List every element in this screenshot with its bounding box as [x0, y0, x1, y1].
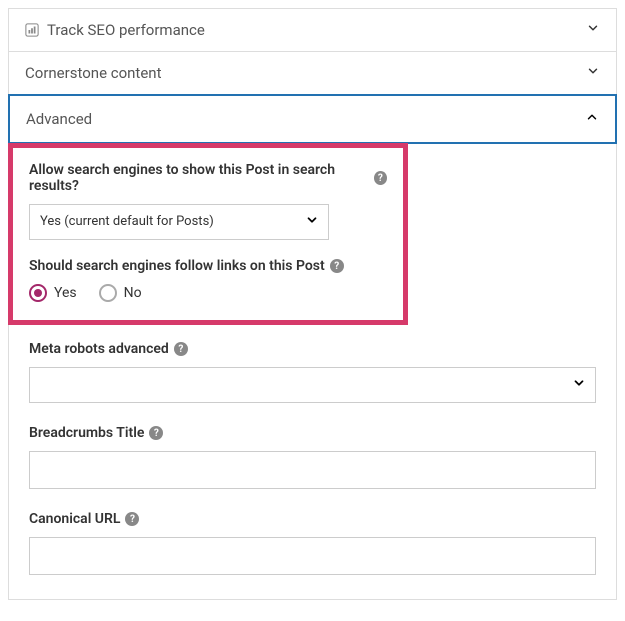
- panel-seo-performance[interactable]: Track SEO performance: [9, 9, 616, 52]
- radio-label-no: No: [124, 285, 142, 301]
- radio-icon: [99, 284, 117, 302]
- chevron-down-icon: [586, 21, 600, 39]
- help-icon[interactable]: ?: [374, 171, 387, 185]
- radio-label-yes: Yes: [54, 285, 77, 301]
- canonical-label: Canonical URL: [29, 511, 120, 527]
- help-icon[interactable]: ?: [149, 426, 163, 440]
- breadcrumbs-input[interactable]: [29, 451, 596, 489]
- follow-links-label: Should search engines follow links on th…: [29, 258, 325, 274]
- meta-robots-label: Meta robots advanced: [29, 341, 169, 357]
- panel-advanced-body: Allow search engines to show this Post i…: [9, 143, 616, 599]
- breadcrumbs-label: Breadcrumbs Title: [29, 425, 144, 441]
- allow-search-label: Allow search engines to show this Post i…: [29, 162, 369, 194]
- chevron-down-icon: [586, 64, 600, 82]
- meta-robots-select[interactable]: [29, 367, 596, 403]
- radio-icon: [29, 284, 47, 302]
- canonical-input[interactable]: [29, 537, 596, 575]
- allow-search-value: Yes (current default for Posts): [29, 204, 329, 240]
- panel-cornerstone[interactable]: Cornerstone content: [9, 52, 616, 95]
- help-icon[interactable]: ?: [174, 342, 188, 356]
- highlight-box: Allow search engines to show this Post i…: [8, 143, 408, 325]
- help-icon[interactable]: ?: [330, 259, 344, 273]
- chevron-up-icon: [585, 110, 599, 128]
- meta-robots-value: [29, 367, 596, 403]
- chart-icon: [25, 23, 39, 37]
- follow-links-yes[interactable]: Yes: [29, 284, 77, 302]
- allow-search-select[interactable]: Yes (current default for Posts): [29, 204, 329, 240]
- panel-advanced-title: Advanced: [26, 110, 92, 128]
- panel-cornerstone-title: Cornerstone content: [25, 64, 161, 82]
- follow-links-no[interactable]: No: [99, 284, 142, 302]
- panel-seo-title: Track SEO performance: [47, 21, 205, 39]
- help-icon[interactable]: ?: [125, 512, 139, 526]
- panel-advanced[interactable]: Advanced: [8, 94, 617, 144]
